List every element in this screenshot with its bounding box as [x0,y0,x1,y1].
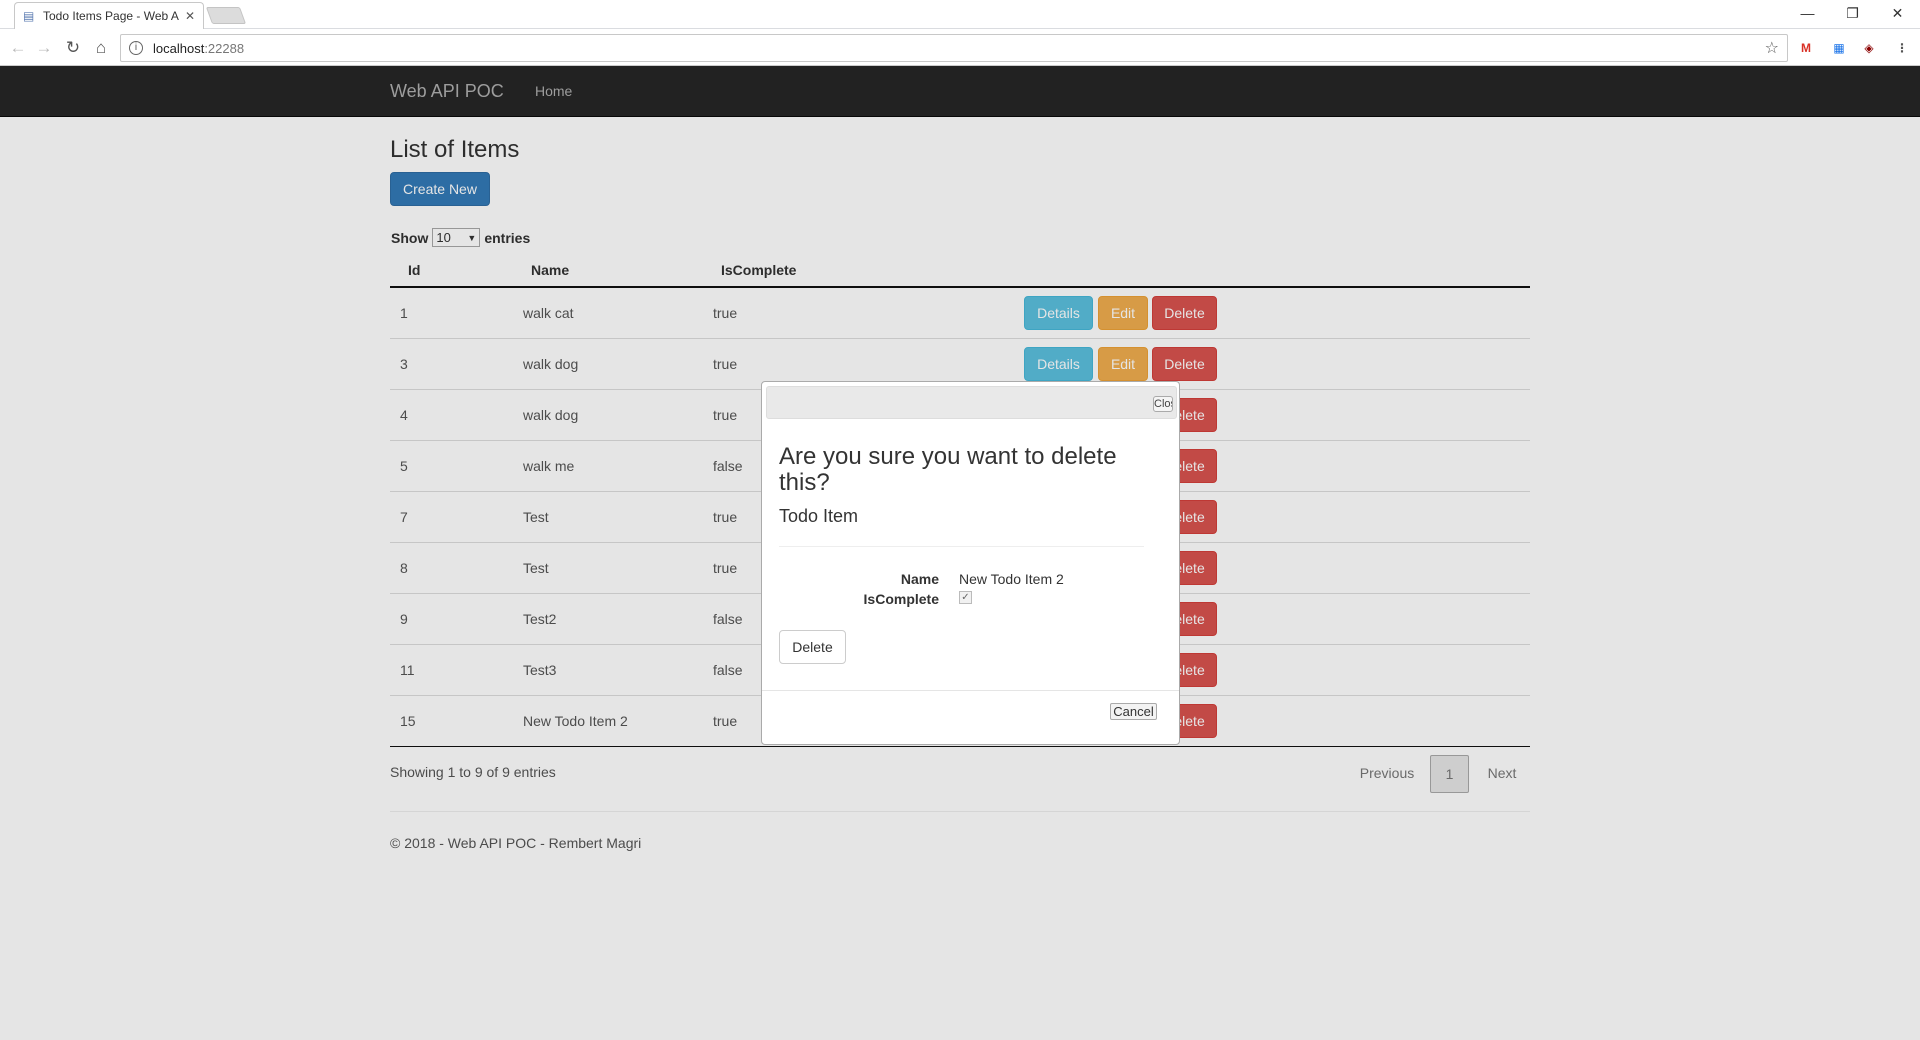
site-navbar: Web API POC Home [0,66,1920,117]
ublock-icon[interactable]: ◈ [1859,38,1879,58]
site-info-icon[interactable]: i [129,41,143,55]
tab-close-icon[interactable]: ✕ [185,9,195,23]
delete-question: Are you sure you want to delete this? [779,443,1117,496]
cancel-button[interactable]: Cancel [1110,703,1157,720]
dialog-subtitle: Todo Item [779,506,859,526]
iscomplete-checkbox: ✓ [959,591,972,604]
dialog-titlebar[interactable]: Close [766,386,1177,419]
dialog-divider [779,546,1144,547]
window-controls: — ❐ ✕ [1785,0,1920,29]
delete-confirm-dialog: Close Are you sure you want to delete th… [761,381,1180,745]
confirm-delete-button[interactable]: Delete [779,630,846,664]
back-arrow-icon[interactable]: ← [6,36,30,60]
dialog-close-button[interactable]: Close [1153,396,1173,412]
address-bar[interactable]: i localhost :22288 ☆ [120,34,1788,62]
dialog-footer-divider [762,690,1179,691]
reload-icon[interactable]: ↻ [61,36,85,60]
tab-title: Todo Items Page - Web A [43,9,179,23]
browser-toolbar: ← → ↻ ⌂ i localhost :22288 ☆ M ▦ ◈ ⋮ [0,30,1920,66]
gmail-icon[interactable]: M [1796,38,1816,58]
browser-tab[interactable]: ▤ Todo Items Page - Web A ✕ [14,2,204,29]
restore-button[interactable]: ❐ [1830,0,1875,29]
iscomplete-label: IsComplete [863,591,939,607]
forward-arrow-icon[interactable]: → [32,36,56,60]
url-host: localhost [153,40,205,56]
home-icon[interactable]: ⌂ [89,36,113,60]
name-value: New Todo Item 2 [959,571,1064,587]
name-label: Name [900,571,939,587]
bookmark-star-icon[interactable]: ☆ [1765,38,1779,58]
minimize-button[interactable]: — [1785,0,1830,29]
brand-link[interactable]: Web API POC [390,81,504,102]
page-favicon-icon: ▤ [23,9,35,23]
browser-tab-strip: ▤ Todo Items Page - Web A ✕ — ❐ ✕ [0,0,1920,29]
url-port: :22288 [204,40,245,56]
new-tab-button[interactable] [205,7,247,24]
chrome-menu-icon[interactable]: ⋮ [1892,38,1912,58]
nav-home-link[interactable]: Home [535,83,572,99]
window-close-button[interactable]: ✕ [1875,0,1920,29]
calendar-icon[interactable]: ▦ [1829,38,1849,58]
